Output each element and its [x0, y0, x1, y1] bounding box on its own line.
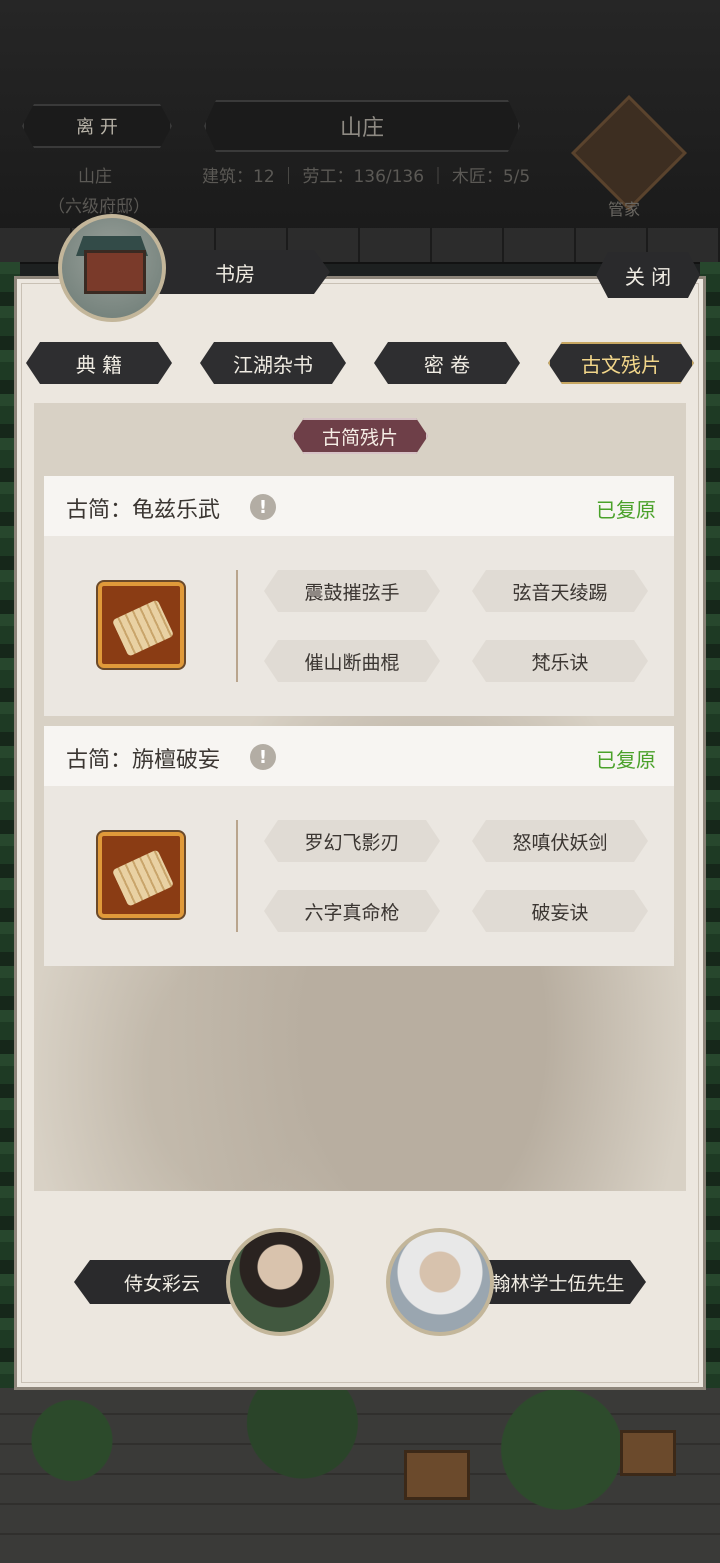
fragment-name: 古简：龟兹乐武	[66, 498, 221, 523]
study-building-icon	[58, 214, 166, 322]
fragment-card: 古简：旃檀破妄 ! 已复原 罗幻飞影刃 怒嗔伏妖剑 六字真命枪 破妄诀	[44, 726, 674, 966]
estate-stats: 建筑：12 ｜ 劳工：136/136 ｜ 木匠：5/5	[202, 167, 531, 187]
fragment-card: 古简：龟兹乐武 ! 已复原 震鼓摧弦手 弦音天绫踢 催山断曲棍 梵乐诀	[44, 476, 674, 716]
section-title: 古简残片	[292, 418, 428, 454]
card-header: 古简：龟兹乐武 ! 已复原	[44, 476, 674, 536]
restored-status: 已复原	[596, 498, 656, 522]
skill-chip[interactable]: 破妄诀	[472, 890, 648, 932]
npc-maid-label[interactable]: 侍女彩云	[74, 1260, 250, 1304]
tab-classics[interactable]: 典 籍	[26, 342, 172, 384]
restored-status: 已复原	[596, 748, 656, 772]
bamboo-scroll-icon[interactable]	[98, 582, 184, 668]
info-icon[interactable]: !	[250, 494, 276, 520]
skill-chip[interactable]: 六字真命枪	[264, 890, 440, 932]
location-level: （六级府邸）	[48, 197, 150, 217]
skill-chip[interactable]: 梵乐诀	[472, 640, 648, 682]
tab-secret-scrolls[interactable]: 密 卷	[374, 342, 520, 384]
leave-button[interactable]: 离 开	[22, 104, 172, 148]
npc-scholar-label[interactable]: 翰林学士伍先生	[470, 1260, 646, 1304]
skill-chip[interactable]: 怒嗔伏妖剑	[472, 820, 648, 862]
tab-jianghu-books[interactable]: 江湖杂书	[200, 342, 346, 384]
skill-chip[interactable]: 弦音天绫踢	[472, 570, 648, 612]
maid-portrait[interactable]	[226, 1228, 334, 1336]
info-icon[interactable]: !	[250, 744, 276, 770]
scholar-portrait[interactable]	[386, 1228, 494, 1336]
divider	[236, 570, 238, 682]
close-button[interactable]: 关 闭	[596, 252, 700, 298]
tab-ancient-fragments[interactable]: 古文残片	[548, 342, 694, 384]
crate	[404, 1450, 470, 1500]
skill-chip[interactable]: 罗幻飞影刃	[264, 820, 440, 862]
crate	[620, 1430, 676, 1476]
skill-chip[interactable]: 震鼓摧弦手	[264, 570, 440, 612]
divider	[236, 820, 238, 932]
skill-chip[interactable]: 催山断曲棍	[264, 640, 440, 682]
room-title: 书房	[140, 250, 330, 294]
bamboo-scroll-icon[interactable]	[98, 832, 184, 918]
courtyard-ground	[0, 1388, 720, 1563]
card-header: 古简：旃檀破妄 ! 已复原	[44, 726, 674, 786]
page-title: 山庄	[204, 100, 520, 152]
steward-label: 管家	[608, 200, 641, 219]
location-name: 山庄	[78, 167, 112, 187]
fragment-name: 古简：旃檀破妄	[66, 748, 221, 773]
